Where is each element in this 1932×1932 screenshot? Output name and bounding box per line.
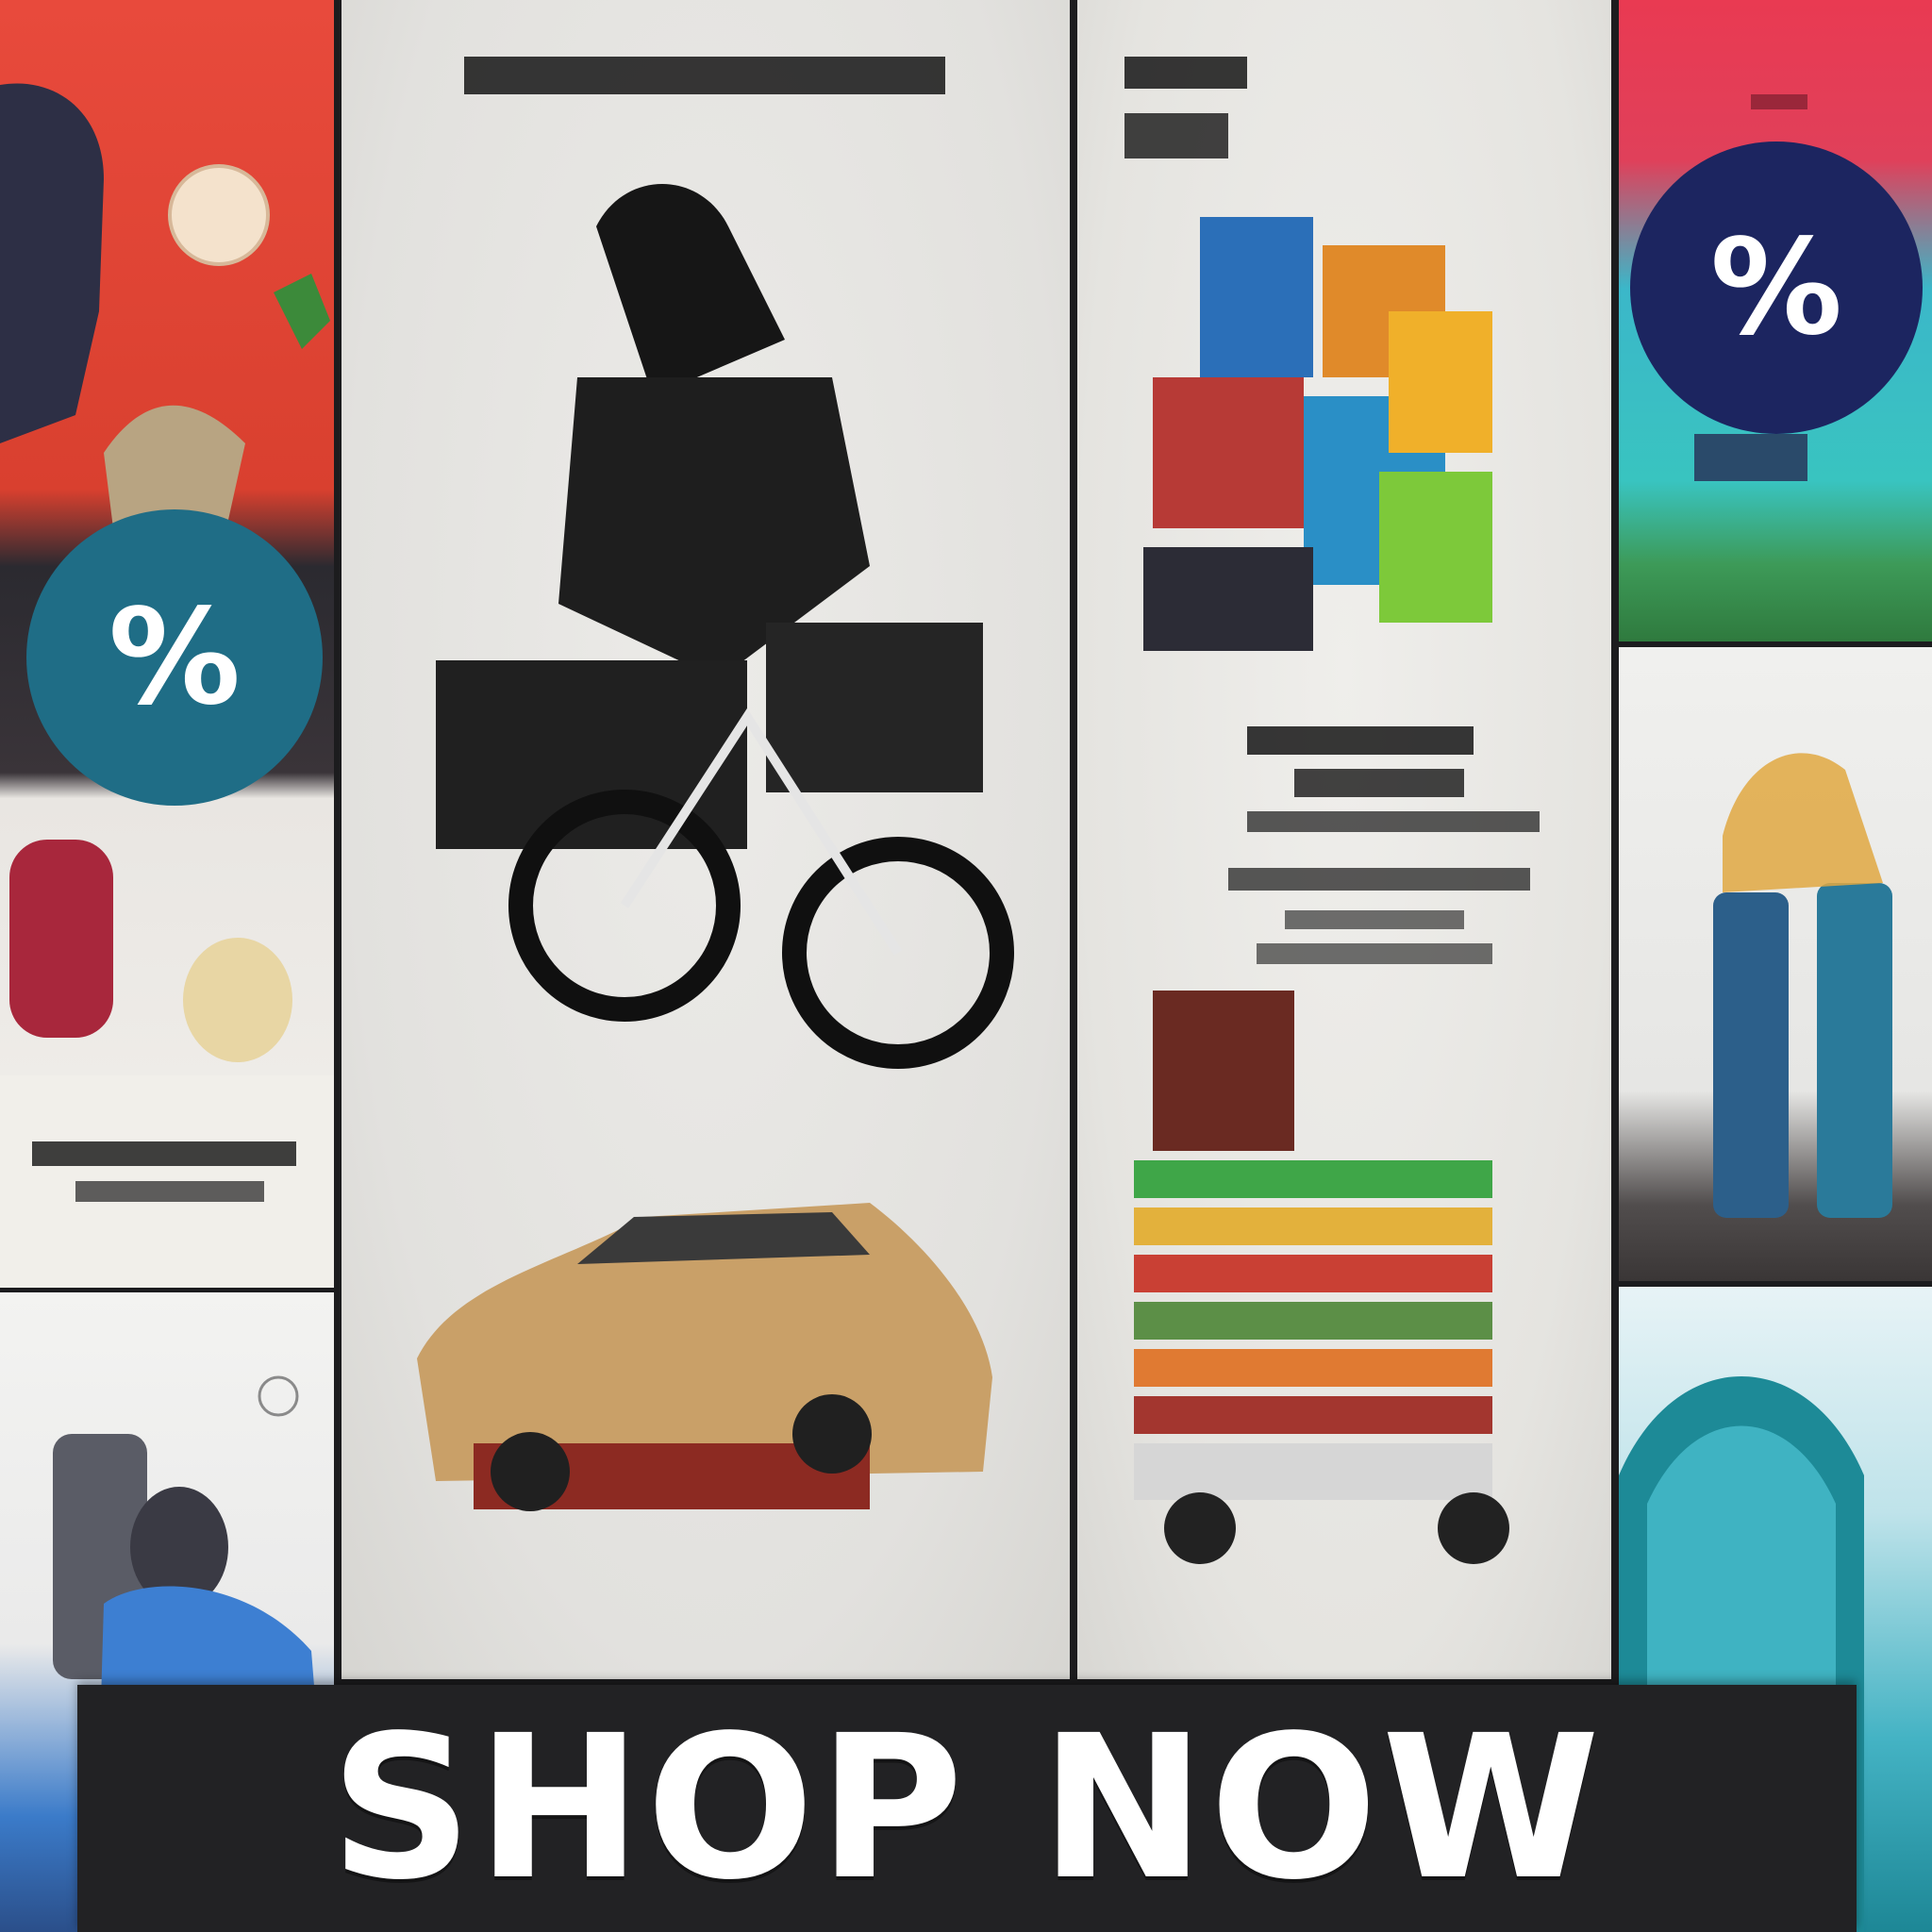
shop-now-button[interactable]: SHOP NOW bbox=[77, 1685, 1857, 1932]
bag-red bbox=[1153, 377, 1304, 528]
sign-shape bbox=[1694, 434, 1807, 481]
motorcycle-poster-art bbox=[417, 57, 1014, 1511]
box-orange bbox=[1134, 1349, 1492, 1387]
vase-shape bbox=[9, 840, 113, 1038]
bottles-panel bbox=[1619, 647, 1932, 1281]
car-wheel-front bbox=[491, 1432, 570, 1511]
box-olive bbox=[1134, 1302, 1492, 1340]
caption-line bbox=[32, 1141, 296, 1166]
poster-headline-bar bbox=[1124, 113, 1228, 158]
box-green bbox=[1134, 1160, 1492, 1198]
car-wheel-rear bbox=[792, 1394, 872, 1474]
text-line bbox=[1228, 868, 1530, 891]
shop-now-label: SHOP NOW bbox=[329, 1692, 1605, 1924]
box-brown bbox=[1153, 991, 1294, 1151]
jar-shape bbox=[183, 938, 292, 1062]
box-red bbox=[1134, 1255, 1492, 1292]
text-line bbox=[1247, 726, 1474, 755]
percent-symbol: % bbox=[1709, 210, 1843, 365]
goods-poster bbox=[1077, 0, 1611, 1679]
bottle-right bbox=[1817, 883, 1892, 1218]
box-yellow bbox=[1134, 1208, 1492, 1245]
motorcycle-poster bbox=[341, 0, 1070, 1679]
text-line bbox=[1285, 910, 1464, 929]
box-crimson bbox=[1134, 1396, 1492, 1434]
text-line bbox=[1257, 943, 1492, 964]
bottles-illustration bbox=[1713, 753, 1892, 1218]
leaf-icon bbox=[274, 274, 330, 349]
goods-poster-art bbox=[1124, 57, 1540, 1564]
percent-symbol: % bbox=[108, 580, 242, 735]
text-line bbox=[1247, 811, 1540, 832]
right-promo-panel: % bbox=[1619, 0, 1932, 641]
bag-green bbox=[1379, 472, 1492, 623]
left-promo-panel: % bbox=[0, 0, 334, 1288]
rider-helmet bbox=[596, 184, 785, 396]
bag-yellow bbox=[1389, 311, 1492, 453]
doodle-icon bbox=[258, 1375, 299, 1417]
percent-badge-left: % bbox=[26, 509, 323, 806]
bag-dark bbox=[1143, 547, 1313, 651]
bag-blue bbox=[1200, 217, 1313, 377]
text-line bbox=[1294, 769, 1464, 797]
poster-headline-bar bbox=[1124, 57, 1247, 89]
text-line bbox=[1751, 94, 1807, 109]
ribbon-shape bbox=[1723, 753, 1883, 892]
vehicle-wheel bbox=[1164, 1492, 1236, 1564]
poster-headline-bar bbox=[464, 57, 945, 94]
percent-badge-right: % bbox=[1630, 142, 1923, 434]
vehicle-wheel bbox=[1438, 1492, 1509, 1564]
vehicle-shape bbox=[1134, 1443, 1492, 1500]
plate-icon bbox=[168, 164, 270, 266]
rear-box bbox=[766, 623, 983, 792]
bottle-left bbox=[1713, 892, 1789, 1218]
caption-line bbox=[75, 1181, 264, 1202]
figure-shape bbox=[0, 83, 104, 444]
